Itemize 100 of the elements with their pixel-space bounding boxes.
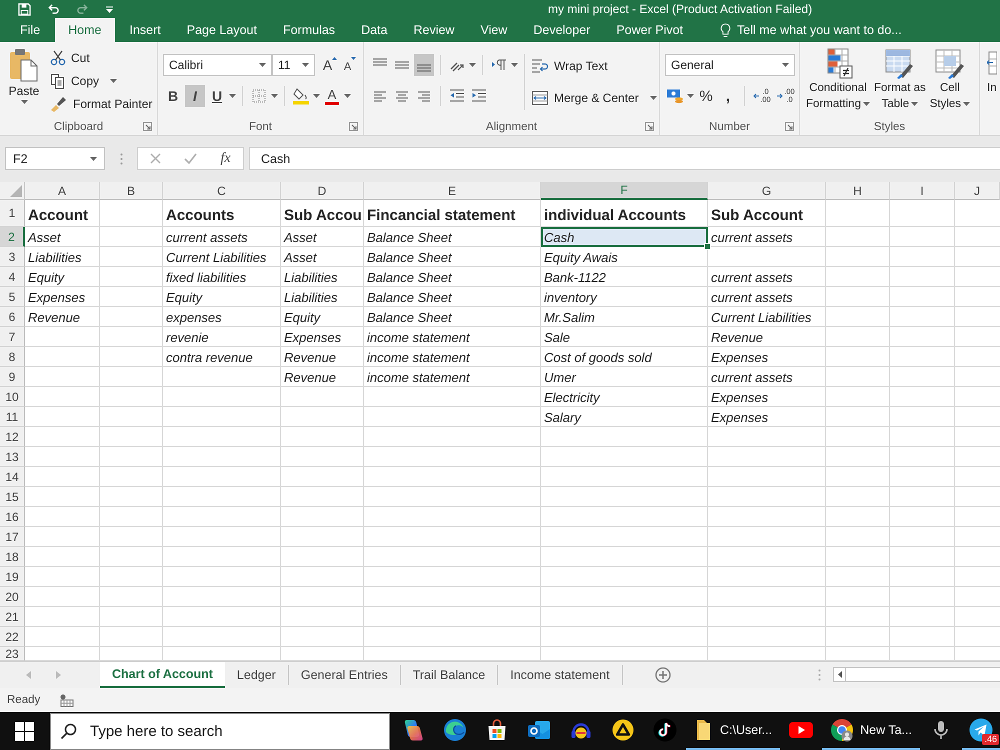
caret-icon[interactable]: [511, 63, 518, 67]
row-header[interactable]: 21: [0, 607, 25, 627]
search-field[interactable]: Type here to search: [50, 713, 390, 750]
row-header[interactable]: 7: [0, 327, 25, 347]
dialog-launcher-icon[interactable]: [349, 122, 358, 131]
cell-value: Balance Sheet: [367, 230, 452, 244]
shrink-font-button[interactable]: A: [341, 54, 359, 76]
column-header[interactable]: I: [890, 182, 955, 200]
row-header[interactable]: 19: [0, 567, 25, 587]
notification-badge: .46: [982, 734, 999, 745]
undo-button[interactable]: [47, 2, 60, 16]
taskbar-button[interactable]: .46: [962, 712, 1000, 750]
percent-style-button[interactable]: %: [696, 85, 716, 107]
row-header[interactable]: 10: [0, 387, 25, 407]
column-header[interactable]: J: [955, 182, 1000, 200]
caret-icon[interactable]: [344, 94, 351, 98]
copy-button[interactable]: Copy: [50, 69, 152, 92]
insert-cells-button[interactable]: In: [986, 42, 998, 96]
name-box[interactable]: F2: [5, 147, 105, 170]
tell-me-field[interactable]: Tell me what you want to do...: [737, 23, 928, 37]
row-header[interactable]: 12: [0, 427, 25, 447]
row-header[interactable]: 8: [0, 347, 25, 367]
cut-button[interactable]: Cut: [50, 46, 152, 69]
column-header[interactable]: A: [25, 182, 100, 200]
conditional-formatting-button[interactable]: Conditional Formatting: [805, 42, 871, 118]
horizontal-scrollbar[interactable]: [833, 667, 1000, 682]
active-cell[interactable]: Cash: [541, 227, 708, 247]
merge-center-button[interactable]: Merge & Center: [531, 86, 657, 109]
caret-icon[interactable]: [469, 63, 476, 67]
font-name-field[interactable]: Calibri: [163, 54, 272, 76]
row-header[interactable]: 18: [0, 547, 25, 567]
number-format-field[interactable]: General: [665, 54, 795, 76]
fill-handle[interactable]: [704, 243, 711, 250]
ribbon-tab[interactable]: Page Layout: [176, 18, 268, 42]
insert-function-button[interactable]: fx: [214, 148, 238, 168]
sheet-tab[interactable]: General Entries: [288, 665, 401, 685]
save-button[interactable]: [18, 2, 31, 16]
ribbon-tab[interactable]: Data: [350, 18, 398, 42]
taskbar-button[interactable]: New Ta...: [822, 712, 920, 750]
ribbon-tab[interactable]: View: [469, 18, 518, 42]
ribbon-tab[interactable]: Review: [402, 18, 466, 42]
column-header[interactable]: E: [364, 182, 541, 200]
row-header[interactable]: 16: [0, 507, 25, 527]
row-header[interactable]: 13: [0, 447, 25, 467]
column-header[interactable]: B: [100, 182, 163, 200]
underline-button[interactable]: U: [207, 85, 227, 107]
taskbar-button[interactable]: C:\User...: [686, 712, 780, 750]
format-as-table-button[interactable]: Format as Table: [872, 42, 927, 118]
sheet-tab[interactable]: Income statement: [498, 665, 623, 685]
column-header[interactable]: C: [163, 182, 281, 200]
row-header[interactable]: 17: [0, 527, 25, 547]
sheet-tab[interactable]: Ledger: [224, 665, 289, 685]
column-header[interactable]: D: [281, 182, 364, 200]
ribbon-tab[interactable]: Power Pivot: [605, 18, 694, 42]
row-header[interactable]: 15: [0, 487, 25, 507]
caret-icon[interactable]: [687, 94, 694, 98]
align-bottom-button[interactable]: [414, 54, 434, 76]
font-color-button[interactable]: A: [322, 85, 342, 107]
row-header[interactable]: 22: [0, 627, 25, 647]
wrap-text-button[interactable]: Wrap Text: [531, 54, 657, 77]
dialog-launcher-icon[interactable]: [785, 122, 794, 131]
ribbon-tab[interactable]: Home: [55, 18, 114, 42]
format-painter-button[interactable]: Format Painter: [50, 92, 152, 115]
left-arrow-icon: [753, 93, 760, 99]
row-header[interactable]: 3: [0, 247, 25, 267]
row-header[interactable]: 5: [0, 287, 25, 307]
dialog-launcher-icon[interactable]: [645, 122, 654, 131]
ribbon-tab[interactable]: File: [9, 18, 52, 42]
ribbon-tab[interactable]: Formulas: [272, 18, 346, 42]
comma-style-button[interactable]: ,: [718, 85, 738, 107]
grow-font-button[interactable]: A: [321, 54, 339, 76]
paste-button[interactable]: Paste: [6, 46, 42, 118]
ribbon-tab[interactable]: Insert: [118, 18, 172, 42]
italic-button[interactable]: I: [185, 85, 205, 107]
macro-record-icon[interactable]: [60, 694, 74, 706]
row-header[interactable]: 9: [0, 367, 25, 387]
cell-styles-button[interactable]: Cell Styles: [928, 42, 972, 118]
caret-icon[interactable]: [271, 94, 278, 98]
formula-field[interactable]: Cash: [249, 147, 1000, 170]
ribbon-tab[interactable]: Developer: [522, 18, 602, 42]
row-header[interactable]: 6: [0, 307, 25, 327]
row-header[interactable]: 2: [0, 227, 25, 247]
caret-icon[interactable]: [229, 94, 236, 98]
row-header[interactable]: 4: [0, 267, 25, 287]
dialog-launcher-icon[interactable]: [143, 122, 152, 131]
column-header[interactable]: H: [826, 182, 890, 200]
column-header[interactable]: F: [541, 182, 708, 200]
bold-button[interactable]: B: [163, 85, 183, 107]
row-header[interactable]: 14: [0, 467, 25, 487]
customize-button[interactable]: [105, 6, 114, 12]
column-header[interactable]: G: [708, 182, 826, 200]
vertical-dots-icon[interactable]: [818, 669, 821, 681]
font-size-field[interactable]: 11: [272, 54, 315, 76]
caret-icon[interactable]: [313, 94, 320, 98]
row-header[interactable]: 1: [0, 200, 25, 227]
sheet-tab[interactable]: Chart of Account: [100, 662, 225, 688]
sheet-tab[interactable]: Trail Balance: [400, 665, 498, 685]
row-header[interactable]: 20: [0, 587, 25, 607]
row-header[interactable]: 11: [0, 407, 25, 427]
row-header[interactable]: 23: [0, 647, 25, 661]
